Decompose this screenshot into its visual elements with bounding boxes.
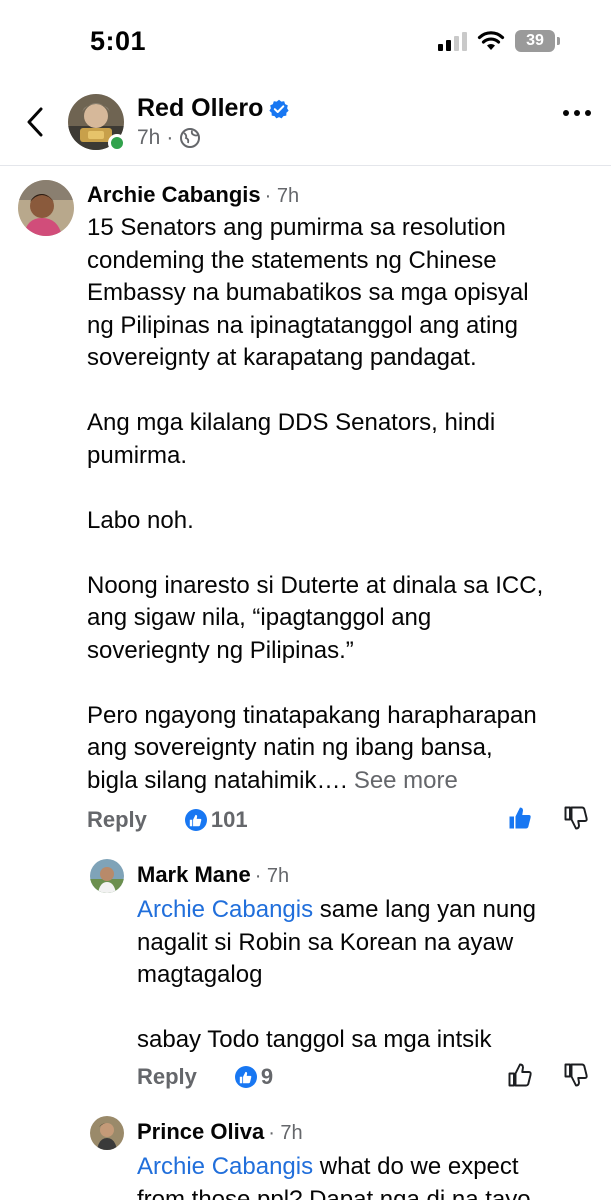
comment-line: ang sigaw nila, “ipagtanggol ang — [87, 604, 432, 631]
like-count: 9 — [260, 1064, 274, 1089]
dislike-button[interactable] — [561, 803, 591, 833]
comment-line-text: same lang yan nung — [313, 896, 536, 923]
see-more-link[interactable]: See more — [354, 767, 458, 794]
comment-line — [87, 472, 602, 505]
post-header: Red Ollero 7h · — [0, 80, 611, 166]
verified-badge-icon — [269, 99, 290, 118]
comment-time: · 7h — [254, 865, 290, 887]
comment-line: sabay Todo tanggol sa mga intsik — [137, 1026, 492, 1053]
comment-last-line: bigla silang natahimik…. See more — [87, 765, 602, 798]
thumbs-up-icon — [508, 1063, 532, 1087]
comment-time: · 7h — [264, 185, 300, 207]
reply-button[interactable]: Reply — [137, 1064, 197, 1090]
comment-line: Noong inaresto si Duterte at dinala sa I… — [87, 571, 544, 599]
status-time: 5:01 — [90, 26, 147, 56]
cellular-signal-icon — [438, 31, 467, 51]
comment-line: ng Pilipinas na ipinagtatanggol ang atin… — [87, 311, 519, 339]
comment-line: bigla silang natahimik…. — [87, 766, 348, 794]
like-reaction-icon — [184, 809, 207, 831]
like-button[interactable] — [505, 1060, 535, 1090]
comment-actions: Reply 101 — [87, 807, 248, 833]
battery-level: 39 — [526, 32, 544, 49]
comment-line: Labo noh. — [87, 506, 194, 534]
comment-line — [87, 375, 602, 408]
commenter-avatar[interactable] — [90, 1116, 124, 1150]
like-button[interactable] — [505, 803, 535, 833]
comment-line — [87, 667, 602, 700]
comment-line: 15 Senators ang pumirma sa resolution — [87, 214, 506, 241]
post-meta: 7h · — [137, 126, 201, 150]
mention-link[interactable]: Archie Cabangis — [137, 896, 313, 923]
comment-line-text: what do we expect — [313, 1153, 519, 1180]
comment-text: Archie Cabangis same lang yan nung nagal… — [137, 894, 602, 1057]
like-reaction-icon — [234, 1066, 257, 1088]
commenter-name[interactable]: Mark Mane — [137, 862, 251, 888]
thumbs-down-icon — [564, 1063, 588, 1087]
comment-actions: Reply 9 — [137, 1064, 273, 1090]
author-name-row: Red Ollero — [137, 94, 290, 123]
author-name[interactable]: Red Ollero — [137, 94, 263, 123]
comment-line: Ang mga kilalang DDS Senators, hindi — [87, 409, 496, 436]
thumbs-down-icon — [564, 806, 588, 830]
reply-button[interactable]: Reply — [87, 807, 147, 833]
comment-line: Archie Cabangis same lang yan nung — [137, 894, 602, 927]
comment-line: pumirma. — [87, 441, 188, 469]
comment-line: condeming the statements ng Chinese — [87, 246, 497, 274]
comment-line — [87, 537, 602, 570]
comment-line: Embassy na bumabatikos sa mga opisyal — [87, 279, 529, 306]
comment-line: sovereignty at karapatang pandagat. — [87, 344, 477, 371]
commenter-avatar[interactable] — [90, 859, 124, 893]
commenter-avatar[interactable] — [18, 180, 74, 236]
comment-line: Archie Cabangis what do we expect — [137, 1151, 602, 1184]
post-time: 7h — [137, 126, 161, 149]
comment-time: · 7h — [268, 1122, 303, 1144]
thumbs-up-filled-icon — [509, 807, 531, 829]
commenter-name[interactable]: Prince Oliva — [137, 1119, 264, 1145]
commenter-name[interactable]: Archie Cabangis — [87, 182, 261, 208]
dislike-button[interactable] — [561, 1060, 591, 1090]
comment-line: Pero ngayong tinatapakang harapharapan — [87, 701, 537, 729]
comment-line: from those ppl? Dapat nga di na tayo — [137, 1185, 531, 1200]
battery-icon: 39 — [515, 30, 560, 52]
comment-line: magtagalog — [137, 961, 263, 988]
comment-text: 15 Senators ang pumirma sa resolution co… — [87, 212, 602, 797]
back-button[interactable] — [20, 102, 50, 142]
like-count: 101 — [210, 807, 248, 832]
comment-line: soveriegnty ng Pilipinas.” — [87, 636, 354, 664]
status-icons: 39 — [438, 30, 560, 52]
reaction-summary[interactable]: 101 — [184, 807, 248, 833]
comment-line — [137, 992, 602, 1025]
online-status-dot — [108, 134, 126, 152]
status-bar: 5:01 39 — [0, 0, 611, 80]
comment-line: nagalit si Robin sa Korean na ayaw — [137, 928, 514, 956]
chevron-left-icon — [27, 107, 43, 137]
more-options-button[interactable] — [563, 110, 591, 116]
meta-separator: · — [166, 126, 174, 149]
globe-icon — [180, 128, 201, 148]
wifi-icon — [477, 31, 505, 50]
reaction-summary[interactable]: 9 — [234, 1064, 274, 1090]
comment-header: Mark Mane · 7h — [137, 862, 289, 888]
comment-line: ang sovereignty natin ng ibang bansa, — [87, 734, 493, 761]
comment-header: Prince Oliva · 7h — [137, 1119, 303, 1145]
mention-link[interactable]: Archie Cabangis — [137, 1153, 313, 1180]
comment-header: Archie Cabangis · 7h — [87, 182, 299, 208]
comment-text: Archie Cabangis what do we expect from t… — [137, 1151, 602, 1200]
